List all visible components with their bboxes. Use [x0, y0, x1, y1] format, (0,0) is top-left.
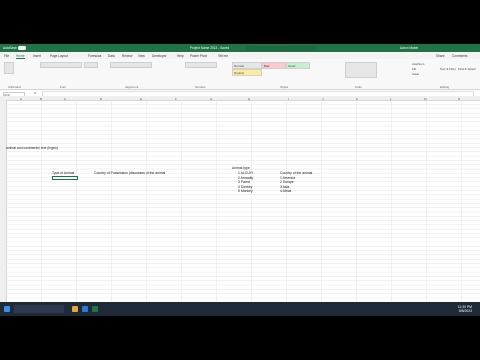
autosave-label: AutoSave	[3, 46, 17, 50]
menu-insert[interactable]: Insert	[33, 54, 41, 58]
cell-c9[interactable]: Type of Animal	[52, 171, 74, 175]
menu-file[interactable]: File	[4, 54, 9, 58]
alignment-controls[interactable]	[110, 62, 152, 68]
menu-page-layout[interactable]: Page Layout	[50, 54, 68, 58]
style-normal-label: Normal	[234, 63, 244, 68]
cell-h11[interactable]: 2 Europe	[280, 180, 294, 184]
cell-h13[interactable]: 4 Africa	[280, 189, 291, 193]
group-alignment: Alignment	[125, 85, 139, 89]
group-clipboard: Clipboard	[8, 85, 21, 89]
cell-a7[interactable]: animal and continents/ text (Ingen)	[6, 146, 58, 150]
style-normal[interactable]: Normal	[232, 62, 262, 69]
paste-button[interactable]	[4, 62, 14, 74]
group-number: Number	[195, 85, 206, 89]
menu-review[interactable]: Review	[122, 54, 132, 58]
fx-icon: fx	[34, 91, 37, 96]
font-size-selector[interactable]	[84, 62, 98, 68]
cell-g9[interactable]: 1 ALCUYI	[238, 171, 253, 175]
cell-g8[interactable]: Animal type	[232, 166, 250, 170]
clear-button[interactable]: Clear	[412, 72, 419, 76]
autosave-toggle[interactable]	[18, 46, 26, 50]
sort-filter-button[interactable]: Sort & Filter	[440, 67, 456, 71]
style-bad[interactable]: Bad	[262, 62, 286, 69]
excel-taskbar-icon[interactable]	[92, 306, 98, 312]
ribbon: Normal Bad Good Neutral AutoSum Fill Cle…	[0, 59, 480, 90]
title-bar: AutoSave Project Name 2013 - Saved Aaron…	[0, 44, 480, 52]
group-cells: Cells	[355, 85, 362, 89]
menu-help[interactable]: Help	[177, 54, 184, 58]
style-good-label: Good	[288, 63, 296, 68]
clock-date: 5/8/2023	[458, 309, 472, 313]
group-font: Font	[60, 85, 67, 89]
menu-view[interactable]: View	[138, 54, 145, 58]
menu-bar: File Home Insert Page Layout Formulas Da…	[0, 52, 480, 59]
style-neutral[interactable]: Neutral	[232, 69, 262, 76]
comments-button[interactable]: Comments	[452, 54, 467, 58]
start-icon[interactable]	[4, 306, 10, 312]
windows-taskbar: 11:30 PM 5/8/2023	[0, 302, 480, 316]
menu-data[interactable]: Data	[108, 54, 115, 58]
menu-power-pivot[interactable]: Power Pivot	[190, 54, 207, 58]
fill-button[interactable]: Fill	[412, 67, 416, 71]
font-selector[interactable]	[40, 62, 82, 68]
style-neutral-label: Neutral	[234, 70, 244, 75]
cell-grid[interactable]	[6, 100, 480, 304]
browser-icon[interactable]	[82, 306, 88, 312]
group-editing: Editing	[440, 85, 450, 89]
taskbar-search[interactable]	[14, 305, 64, 313]
file-explorer-icon[interactable]	[72, 306, 78, 312]
search-box[interactable]	[246, 45, 316, 51]
cell-g13[interactable]: 5 Monkey	[238, 189, 253, 193]
style-good[interactable]: Good	[286, 62, 310, 69]
style-bad-label: Bad	[264, 63, 270, 68]
menu-tell-me[interactable]: Tell me	[218, 54, 228, 58]
cells-group-buttons[interactable]	[345, 62, 377, 78]
autosum-button[interactable]: AutoSum	[412, 62, 424, 66]
system-clock[interactable]: 11:30 PM 5/8/2023	[458, 305, 472, 313]
cell-h9[interactable]: Country of the animal	[280, 171, 312, 175]
group-styles: Styles	[280, 85, 289, 89]
excel-window: AutoSave Project Name 2013 - Saved Aaron…	[0, 44, 480, 316]
cell-d9[interactable]: Country of Possession (discusses of the …	[94, 171, 165, 175]
find-select-button[interactable]: Find & Select	[458, 67, 476, 71]
window-title: Project Name 2013 - Saved	[190, 46, 230, 50]
number-format-selector[interactable]	[185, 62, 217, 68]
menu-formulas[interactable]: Formulas	[88, 54, 101, 58]
user-name[interactable]: Aaron Mabel	[400, 46, 418, 50]
menu-developer[interactable]: Developer	[152, 54, 167, 58]
active-cell[interactable]	[52, 176, 78, 180]
cell-g11[interactable]: 3 Parrot	[238, 180, 250, 184]
share-button[interactable]: Share	[436, 54, 445, 58]
